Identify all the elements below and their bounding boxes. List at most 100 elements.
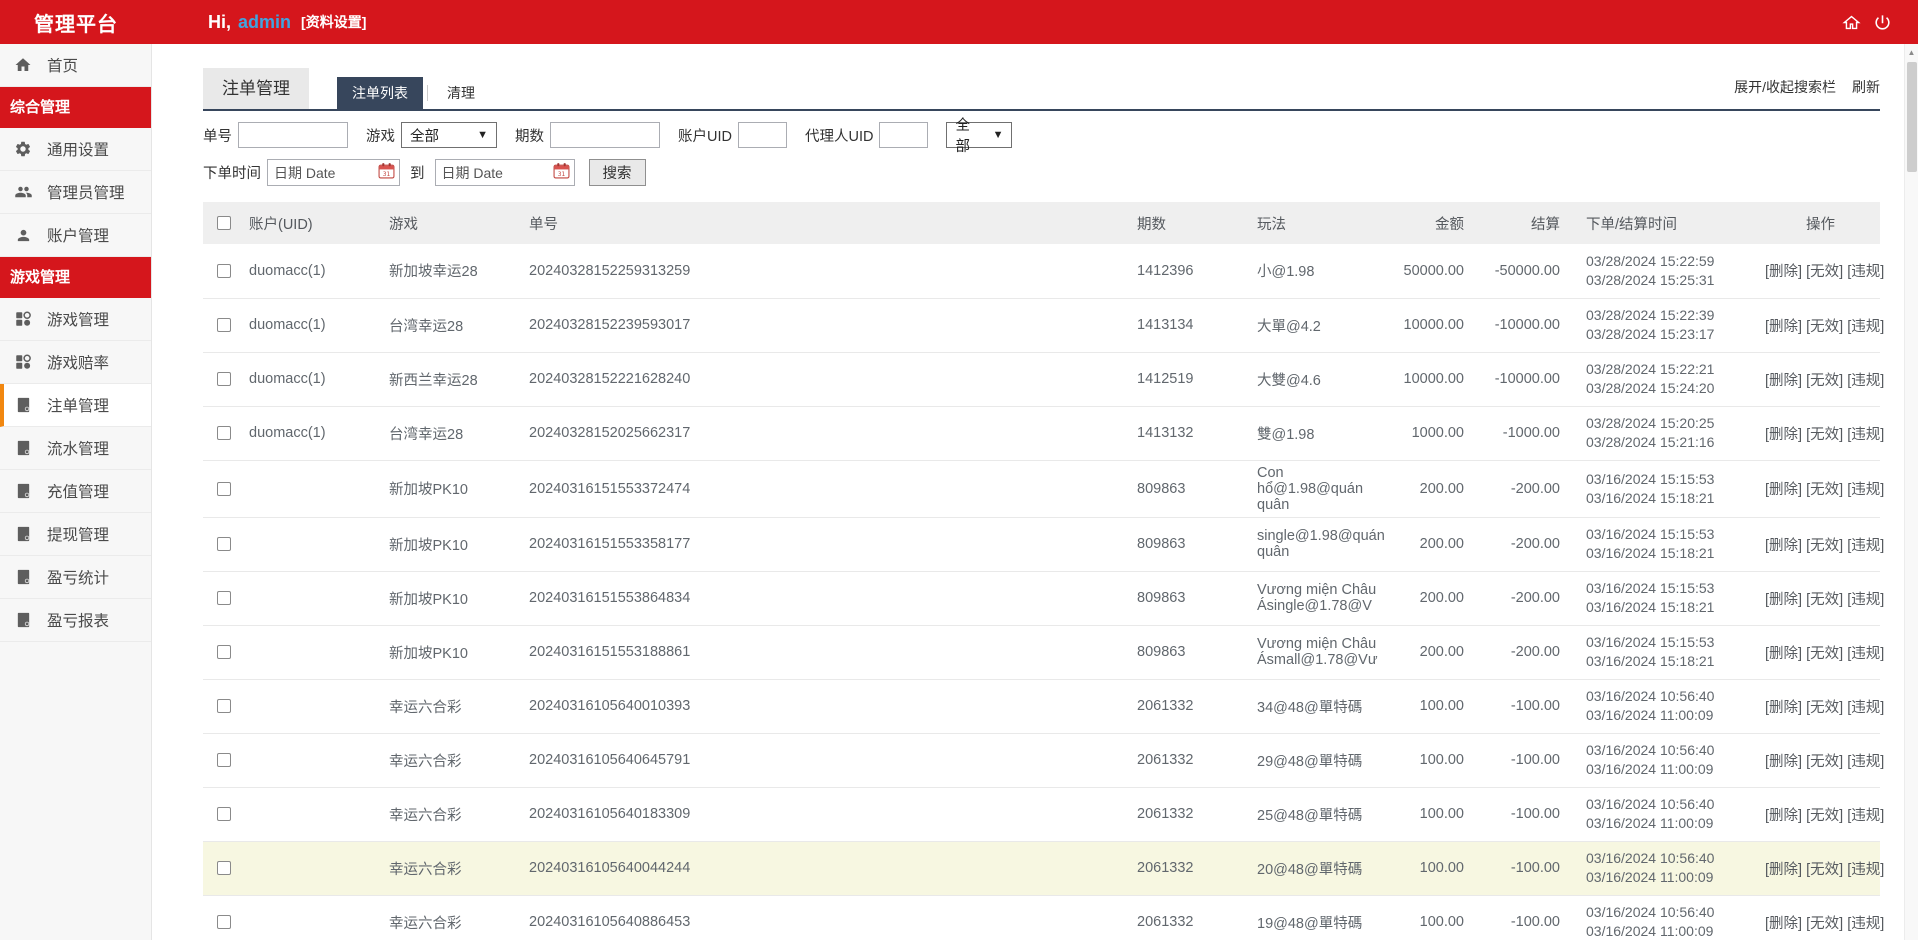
action-violation[interactable]: [违规] <box>1847 646 1884 662</box>
sidebar-item-4[interactable]: 账户管理 <box>0 214 151 257</box>
action-invalid[interactable]: [无效] <box>1806 916 1843 932</box>
sidebar-item-13[interactable]: 盈亏报表 <box>0 599 151 642</box>
sidebar-item-8[interactable]: 注单管理 <box>0 384 151 427</box>
action-delete[interactable]: [删除] <box>1765 264 1802 280</box>
col-amount-header: 金额 <box>1393 202 1468 244</box>
action-delete[interactable]: [删除] <box>1765 808 1802 824</box>
refresh-link[interactable]: 刷新 <box>1852 77 1880 97</box>
cell-game: 幸运六合彩 <box>385 733 525 787</box>
cell-order-no: 20240328152239593017 <box>525 298 1133 352</box>
row-checkbox[interactable] <box>217 264 231 278</box>
sidebar-item-6[interactable]: 游戏管理 <box>0 298 151 341</box>
action-violation[interactable]: [违规] <box>1847 427 1884 443</box>
status-select[interactable]: 全部 ▼ <box>946 122 1012 148</box>
action-violation[interactable]: [违规] <box>1847 700 1884 716</box>
row-checkbox[interactable] <box>217 807 231 821</box>
scrollbar-thumb[interactable] <box>1907 62 1917 172</box>
date-from-input[interactable] <box>268 160 378 185</box>
cell-actions: [删除] [无效] [违规] <box>1761 517 1880 571</box>
action-invalid[interactable]: [无效] <box>1806 700 1843 716</box>
cell-actions: [删除] [无效] [违规] <box>1761 571 1880 625</box>
sidebar-item-11[interactable]: 提现管理 <box>0 513 151 556</box>
action-delete[interactable]: [删除] <box>1765 373 1802 389</box>
power-icon[interactable] <box>1873 13 1892 32</box>
sidebar-item-9[interactable]: 流水管理 <box>0 427 151 470</box>
users-icon <box>13 183 33 201</box>
action-invalid[interactable]: [无效] <box>1806 319 1843 335</box>
action-invalid[interactable]: [无效] <box>1806 862 1843 878</box>
vertical-scrollbar[interactable]: ▲ <box>1904 44 1918 940</box>
action-violation[interactable]: [违规] <box>1847 482 1884 498</box>
action-invalid[interactable]: [无效] <box>1806 754 1843 770</box>
action-violation[interactable]: [违规] <box>1847 373 1884 389</box>
profile-settings-link[interactable]: [资料设置] <box>301 12 366 32</box>
table-row: duomacc(1)新加坡幸运2820240328152259313259141… <box>203 244 1880 298</box>
cell-account <box>245 787 385 841</box>
scroll-up-arrow[interactable]: ▲ <box>1905 44 1918 60</box>
row-checkbox[interactable] <box>217 372 231 386</box>
date-to-input[interactable] <box>436 160 553 185</box>
action-delete[interactable]: [删除] <box>1765 700 1802 716</box>
action-violation[interactable]: [违规] <box>1847 808 1884 824</box>
row-checkbox[interactable] <box>217 318 231 332</box>
action-delete[interactable]: [删除] <box>1765 754 1802 770</box>
action-delete[interactable]: [删除] <box>1765 592 1802 608</box>
sidebar-item-2[interactable]: 通用设置 <box>0 128 151 171</box>
action-violation[interactable]: [违规] <box>1847 862 1884 878</box>
action-delete[interactable]: [删除] <box>1765 538 1802 554</box>
action-violation[interactable]: [违规] <box>1847 916 1884 932</box>
toggle-search-link[interactable]: 展开/收起搜索栏 <box>1734 77 1836 97</box>
action-invalid[interactable]: [无效] <box>1806 538 1843 554</box>
cell-actions: [删除] [无效] [违规] <box>1761 787 1880 841</box>
action-delete[interactable]: [删除] <box>1765 427 1802 443</box>
calendar-icon[interactable]: 31 <box>553 162 570 183</box>
cell-actions: [删除] [无效] [违规] <box>1761 895 1880 940</box>
action-violation[interactable]: [违规] <box>1847 592 1884 608</box>
sidebar-item-3[interactable]: 管理员管理 <box>0 171 151 214</box>
row-checkbox[interactable] <box>217 753 231 767</box>
order-no-input[interactable] <box>238 122 348 148</box>
action-invalid[interactable]: [无效] <box>1806 427 1843 443</box>
action-violation[interactable]: [违规] <box>1847 538 1884 554</box>
select-all-checkbox[interactable] <box>217 216 231 230</box>
action-invalid[interactable]: [无效] <box>1806 482 1843 498</box>
action-invalid[interactable]: [无效] <box>1806 264 1843 280</box>
cell-order-no: 20240328152259313259 <box>525 244 1133 298</box>
row-checkbox[interactable] <box>217 426 231 440</box>
sidebar-item-0[interactable]: 首页 <box>0 44 151 87</box>
sidebar-item-7[interactable]: 游戏赔率 <box>0 341 151 384</box>
home-icon[interactable] <box>1842 13 1861 32</box>
account-uid-input[interactable] <box>738 122 787 148</box>
svg-text:31: 31 <box>557 172 565 178</box>
sidebar-item-10[interactable]: 充值管理 <box>0 470 151 513</box>
action-delete[interactable]: [删除] <box>1765 916 1802 932</box>
agent-uid-input[interactable] <box>879 122 928 148</box>
action-violation[interactable]: [违规] <box>1847 754 1884 770</box>
row-checkbox[interactable] <box>217 537 231 551</box>
action-invalid[interactable]: [无效] <box>1806 373 1843 389</box>
action-invalid[interactable]: [无效] <box>1806 592 1843 608</box>
action-delete[interactable]: [删除] <box>1765 862 1802 878</box>
action-invalid[interactable]: [无效] <box>1806 808 1843 824</box>
action-violation[interactable]: [违规] <box>1847 319 1884 335</box>
action-invalid[interactable]: [无效] <box>1806 646 1843 662</box>
row-checkbox[interactable] <box>217 591 231 605</box>
cell-play: 雙@1.98 <box>1253 406 1393 460</box>
sidebar-item-12[interactable]: 盈亏统计 <box>0 556 151 599</box>
tab-order-list[interactable]: 注单列表 <box>337 77 423 109</box>
row-checkbox[interactable] <box>217 645 231 659</box>
row-checkbox[interactable] <box>217 861 231 875</box>
game-select[interactable]: 全部 ▼ <box>401 122 497 148</box>
row-checkbox[interactable] <box>217 699 231 713</box>
action-violation[interactable]: [违规] <box>1847 264 1884 280</box>
action-delete[interactable]: [删除] <box>1765 319 1802 335</box>
row-checkbox[interactable] <box>217 482 231 496</box>
period-input[interactable] <box>550 122 660 148</box>
cell-game: 幸运六合彩 <box>385 787 525 841</box>
action-delete[interactable]: [删除] <box>1765 646 1802 662</box>
calendar-icon[interactable]: 31 <box>378 162 395 183</box>
search-button[interactable]: 搜索 <box>589 159 646 186</box>
tab-clean[interactable]: 清理 <box>432 77 490 109</box>
action-delete[interactable]: [删除] <box>1765 482 1802 498</box>
row-checkbox[interactable] <box>217 915 231 929</box>
